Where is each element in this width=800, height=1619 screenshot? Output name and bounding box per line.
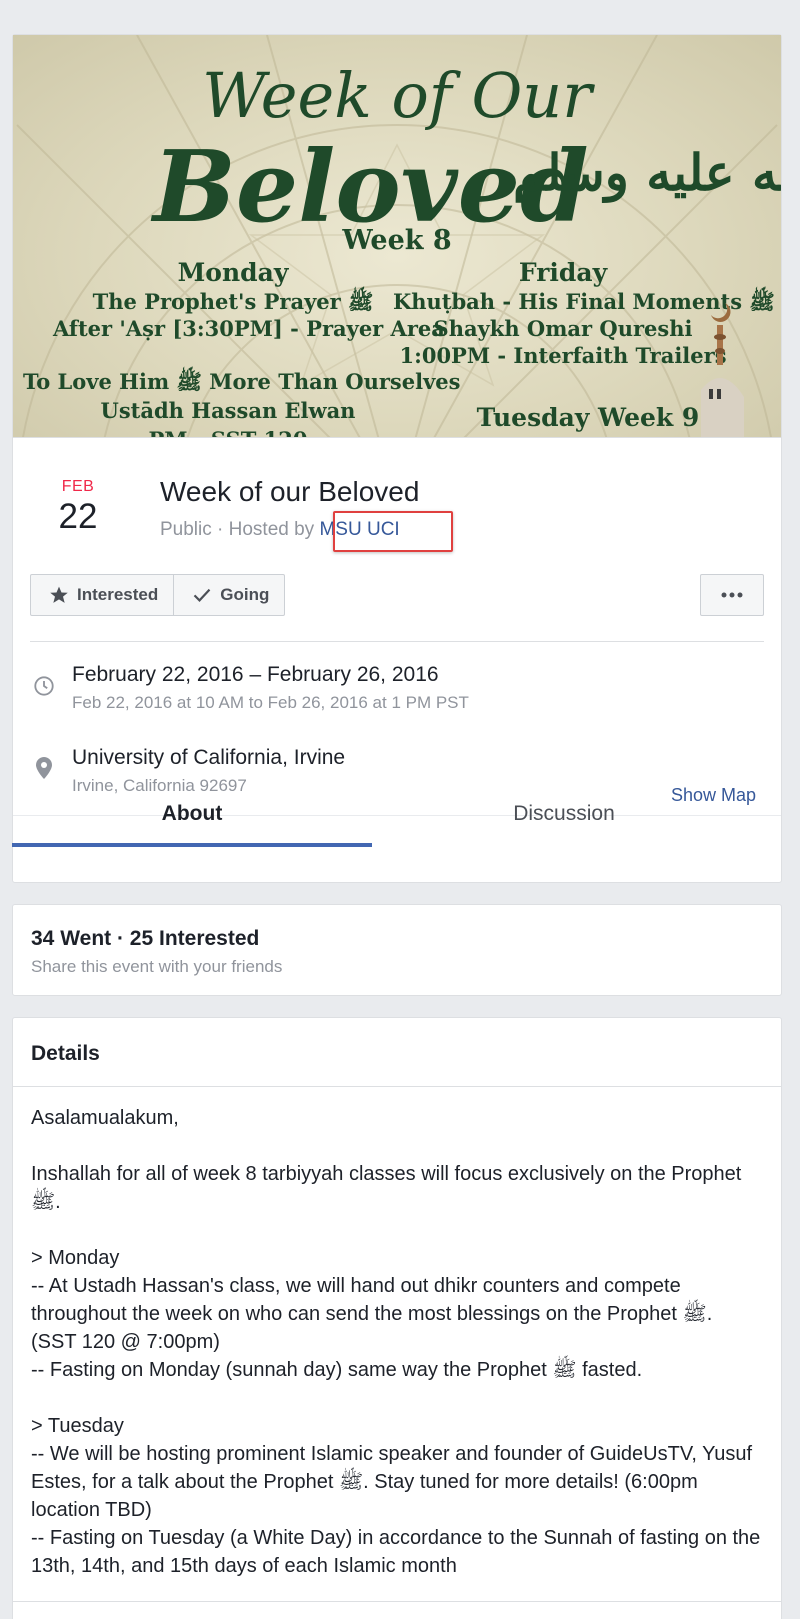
event-title: Week of our Beloved	[160, 476, 420, 507]
divider	[30, 641, 764, 642]
details-paragraph: -- At Ustadh Hassan's class, we will han…	[31, 1275, 718, 1353]
details-paragraph: Inshallah for all of week 8 tarbiyyah cl…	[31, 1163, 747, 1213]
cover-love-block: To Love Him ﷺ More Than Ourselves Ustādh…	[23, 367, 461, 437]
details-paragraph: Asalamualakum,	[31, 1107, 179, 1129]
event-privacy-host-prefix: Public · Hosted by	[160, 519, 320, 540]
cover-monday-block: Monday The Prophet's Prayer ﷺ After 'Aṣr…	[53, 258, 445, 342]
cover-love-line1: To Love Him ﷺ More Than Ourselves	[23, 369, 461, 394]
tab-discussion[interactable]: Discussion	[372, 782, 756, 846]
divider	[13, 1086, 781, 1087]
share-event-prompt[interactable]: Share this event with your friends	[31, 957, 282, 977]
details-body: Asalamualakum, Inshallah for all of week…	[31, 1104, 761, 1580]
going-button[interactable]: Going	[173, 575, 284, 615]
details-paragraph	[31, 1384, 761, 1412]
details-heading: Details	[31, 1042, 100, 1065]
details-paragraph: > Tuesday	[31, 1415, 124, 1437]
cover-week: Week 8	[342, 225, 452, 256]
divider	[13, 1601, 781, 1602]
clock-icon	[34, 676, 54, 696]
cover-title-line1: Week of Our	[202, 59, 592, 132]
details-paragraph: > Monday	[31, 1247, 120, 1269]
cover-friday-line1: Khuṭbah - His Final Moments ﷺ	[393, 289, 775, 314]
cover-monday-line1: The Prophet's Prayer ﷺ	[92, 289, 374, 314]
cover-monday-heading: Monday	[177, 258, 289, 287]
event-time-sub: Feb 22, 2016 at 10 AM to Feb 26, 2016 at…	[72, 693, 469, 712]
tab-about[interactable]: About	[12, 782, 372, 846]
cover-love-line3: PM - SST 120	[23, 425, 433, 437]
star-icon	[50, 586, 68, 603]
event-date: FEB 22	[43, 478, 113, 537]
checkmark-icon	[193, 588, 211, 602]
map-pin-icon	[36, 757, 52, 779]
rsvp-button-group: Interested Going	[30, 574, 286, 616]
event-date-month: FEB	[61, 478, 95, 495]
active-tab-indicator	[12, 843, 372, 847]
cover-tuesday: Tuesday Week 9	[476, 403, 700, 432]
event-location-main: University of California, Irvine	[72, 746, 346, 769]
cover-love-line2: Ustādh Hassan Elwan	[100, 398, 356, 423]
cover-friday-line2: Shaykh Omar Qureshi	[433, 316, 693, 341]
host-highlight-box	[333, 511, 453, 552]
going-label: Going	[220, 585, 270, 604]
details-card: Details Asalamualakum, Inshallah for all…	[12, 1017, 782, 1619]
ellipsis-icon	[721, 592, 743, 598]
details-paragraph: -- Fasting on Tuesday (a White Day) in a…	[31, 1527, 766, 1577]
details-paragraph	[31, 1132, 761, 1160]
cover-friday-line3: 1:00PM - Interfaith Trailers	[399, 343, 727, 368]
details-paragraph: -- We will be hosting prominent Islamic …	[31, 1443, 758, 1521]
event-card: Week of Our Beloved صلى الله عليه وسلم W…	[12, 34, 782, 883]
cover-monday-line2: After 'Aṣr [3:30PM] - Prayer Area	[53, 316, 445, 341]
event-time-main: February 22, 2016 – February 26, 2016	[72, 663, 439, 686]
cover-arabic-text: صلى الله عليه وسلم	[513, 143, 781, 202]
attendance-counts[interactable]: 34 Went · 25 Interested	[31, 927, 259, 951]
attendance-card: 34 Went · 25 Interested Share this event…	[12, 904, 782, 996]
interested-label: Interested	[77, 585, 159, 604]
cover-friday-heading: Friday	[518, 258, 608, 287]
interested-button[interactable]: Interested	[31, 575, 173, 615]
event-cover-image[interactable]: Week of Our Beloved صلى الله عليه وسلم W…	[13, 35, 781, 438]
event-date-day: 22	[58, 497, 98, 536]
details-paragraph: -- Fasting on Monday (sunnah day) same w…	[31, 1359, 643, 1381]
cover-friday-block: Friday Khuṭbah - His Final Moments ﷺ Sha…	[393, 258, 775, 369]
details-paragraph	[31, 1216, 761, 1244]
minaret-icon	[701, 303, 744, 437]
more-options-button[interactable]	[700, 574, 764, 616]
